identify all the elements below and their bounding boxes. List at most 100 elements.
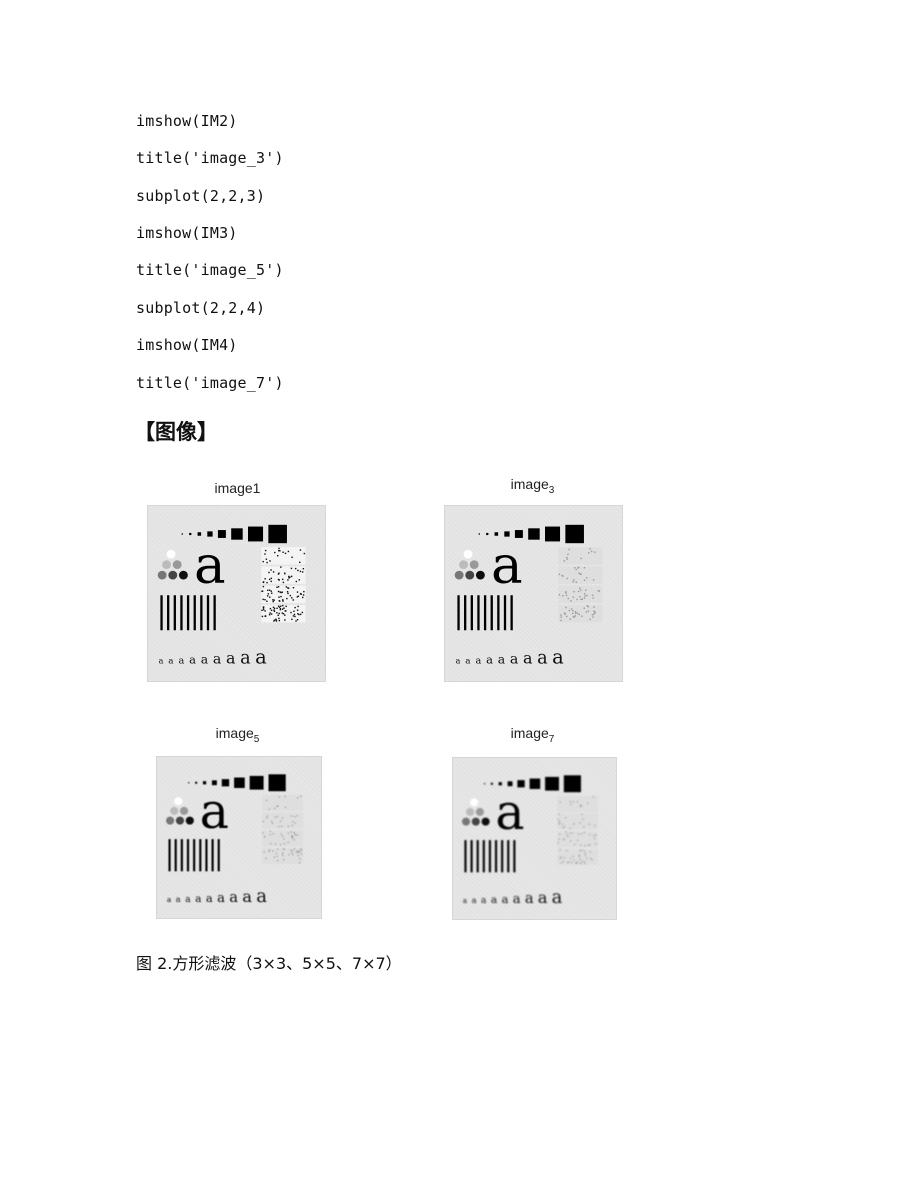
- pattern-square: [529, 778, 541, 789]
- pattern-noise-pixel: [557, 818, 559, 821]
- pattern-noise-pixel: [579, 587, 581, 589]
- pattern-noise-pixel: [268, 571, 270, 574]
- pattern-noise-pixel: [277, 825, 280, 828]
- pattern-noise-pixel: [269, 596, 271, 598]
- pattern-bar: [206, 595, 210, 631]
- figure-panel-1: image1 aaaaaaaaaa: [145, 478, 330, 683]
- pattern-noise-pixel: [565, 606, 567, 609]
- pattern-noise-pixel: [558, 594, 561, 596]
- pattern-noise-pixel: [282, 581, 285, 584]
- pattern-noise-pixel: [266, 600, 268, 603]
- pattern-noise-pixel: [559, 801, 561, 803]
- pattern-square: [486, 532, 489, 536]
- panel-image: aaaaaaaaaa: [444, 505, 623, 682]
- pattern-square: [268, 524, 287, 544]
- pattern-noise-pixel: [569, 832, 571, 834]
- pattern-noise-pixel: [292, 586, 295, 589]
- pattern-noise-pixel: [262, 608, 265, 611]
- pattern-noise-pixel: [261, 590, 263, 593]
- pattern-noise-pixel: [295, 580, 298, 583]
- panel-image: aaaaaaaaaa: [452, 757, 617, 920]
- pattern-noise-pixel: [592, 616, 594, 618]
- pattern-square: [563, 775, 581, 793]
- pattern-bar: [200, 595, 203, 631]
- pattern-dot: [175, 816, 185, 825]
- code-line: title('image_5'): [136, 261, 284, 279]
- pattern-noise-pixel: [283, 859, 285, 861]
- pattern-letter: a: [176, 894, 181, 904]
- pattern-noise-pixel: [270, 580, 272, 583]
- pattern-noise-pixel: [290, 567, 293, 570]
- pattern-noise-pixel: [303, 552, 306, 555]
- pattern-noise-pixel: [557, 842, 559, 844]
- pattern-noise-pixel: [561, 823, 563, 825]
- pattern-letter: a: [481, 896, 487, 906]
- pattern-dot: [179, 806, 189, 815]
- pattern-noise-pixel: [287, 832, 289, 834]
- pattern-noise-pixel: [269, 607, 272, 610]
- pattern-dot: [466, 807, 475, 816]
- pattern-square: [189, 532, 192, 536]
- pattern-noise-pixel: [273, 807, 276, 810]
- pattern-noise-block: [261, 566, 306, 584]
- pattern-noise-pixel: [592, 796, 595, 798]
- pattern-noise-pixel: [287, 592, 289, 595]
- pattern-noise-pixel: [296, 850, 298, 852]
- pattern-dot: [465, 570, 475, 580]
- figure-caption: 图 2.方形滤波（3×3、5×5、7×7）: [136, 954, 402, 973]
- pattern-dot: [471, 817, 480, 826]
- pattern-noise-pixel: [294, 615, 296, 618]
- code-line: title('image_7'): [136, 374, 284, 392]
- pattern-square: [565, 524, 584, 544]
- pattern-noise-pixel: [592, 597, 594, 599]
- pattern-noise-pixel: [293, 613, 296, 616]
- pattern-noise-pixel: [573, 567, 576, 569]
- pattern-noise-pixel: [278, 572, 280, 574]
- pattern-noise-pixel: [282, 613, 285, 615]
- pattern-bar: [186, 595, 190, 631]
- pattern-noise-pixel: [583, 850, 585, 852]
- pattern-noise-pixel: [273, 610, 276, 613]
- pattern-noise-pixel: [572, 610, 574, 612]
- pattern-noise-pixel: [574, 843, 576, 846]
- pattern-big-letter: a: [194, 535, 226, 596]
- pattern-square: [248, 526, 264, 542]
- pattern-noise-pixel: [566, 558, 568, 560]
- test-pattern: aa a a a a a a a a: [461, 775, 599, 908]
- pattern-noise-pixel: [300, 613, 302, 616]
- pattern-noise-pixel: [299, 858, 301, 860]
- pattern-noise-pixel: [577, 590, 580, 593]
- pattern-letter: a: [256, 886, 267, 907]
- pattern-bar: [168, 839, 171, 872]
- pattern-noise-block: [261, 794, 303, 811]
- pattern-noise-pixel: [584, 845, 586, 847]
- pattern-noise-pixel: [296, 619, 299, 621]
- pattern-noise-pixel: [591, 550, 593, 553]
- pattern-noise-pixel: [564, 613, 566, 615]
- pattern-noise-pixel: [274, 816, 276, 818]
- pattern-noise-pixel: [283, 848, 285, 850]
- pattern-bar: [490, 595, 493, 631]
- pattern-noise-pixel: [277, 586, 280, 588]
- pattern-noise-pixel: [282, 551, 284, 553]
- pattern-noise-pixel: [593, 824, 596, 827]
- pattern-noise-pixel: [290, 852, 293, 854]
- pattern-noise-pixel: [572, 801, 575, 803]
- pattern-noise-pixel: [565, 594, 568, 597]
- pattern-noise-pixel: [590, 857, 592, 860]
- pattern-noise-pixel: [269, 830, 272, 832]
- pattern-bar: [180, 839, 183, 872]
- pattern-letter: a: [491, 894, 497, 906]
- pattern-noise-pixel: [275, 618, 277, 621]
- pattern-noise-pixel: [280, 825, 283, 828]
- pattern-noise-pixel: [270, 569, 272, 571]
- pattern-noise-pixel: [302, 568, 305, 570]
- pattern-noise-pixel: [563, 826, 566, 828]
- pattern-noise-pixel: [264, 598, 266, 601]
- pattern-noise-pixel: [559, 857, 561, 860]
- pattern-noise-pixel: [278, 547, 280, 550]
- pattern-dot: [454, 570, 464, 580]
- pattern-noise-pixel: [271, 822, 274, 824]
- pattern-noise-pixel: [291, 837, 293, 839]
- code-line: imshow(IM3): [136, 224, 238, 242]
